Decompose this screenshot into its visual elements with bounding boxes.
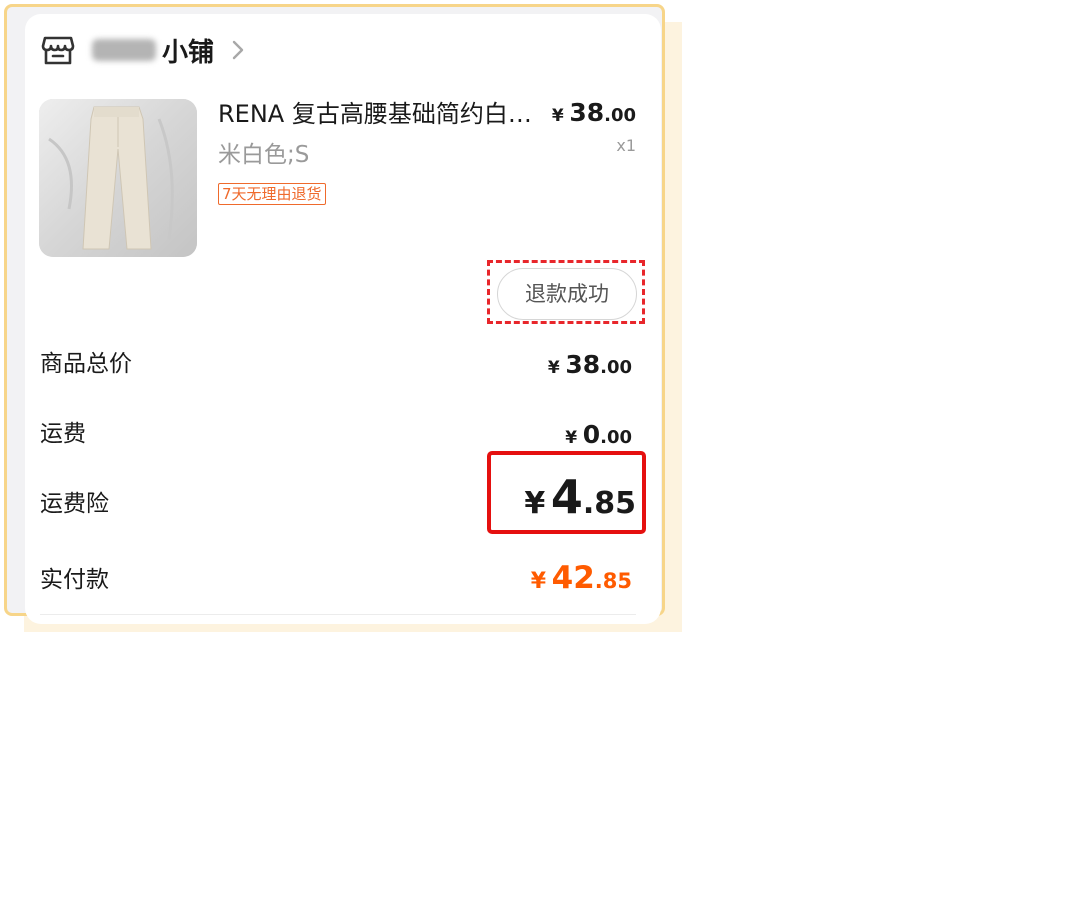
value-integer: 42	[551, 560, 595, 596]
product-title[interactable]: RENA 复古高腰基础简约白…	[218, 97, 548, 131]
summary-value-shipping-insurance: ¥ 4.85	[524, 470, 636, 524]
currency-symbol: ¥	[565, 428, 578, 448]
product-variant: 米白色;S	[218, 142, 310, 168]
divider	[40, 614, 636, 615]
currency-symbol: ¥	[547, 358, 560, 378]
summary-value-paid: ¥ 42.85	[531, 560, 632, 596]
shop-name: 小铺	[162, 37, 215, 68]
value-integer: 0	[582, 420, 601, 449]
value-decimal: .85	[594, 569, 632, 593]
shop-header[interactable]: 小铺	[40, 32, 246, 68]
value-integer: 4	[550, 470, 583, 524]
price-decimal: .00	[604, 105, 636, 126]
summary-label-shipping: 运费	[40, 421, 86, 447]
store-icon	[40, 32, 76, 68]
summary-label-subtotal: 商品总价	[40, 351, 132, 377]
value-decimal: .00	[600, 357, 632, 378]
value-integer: 38	[565, 350, 601, 379]
summary-value-subtotal: ¥ 38.00	[548, 350, 632, 379]
summary-label-shipping-insurance: 运费险	[40, 491, 109, 517]
product-image[interactable]	[39, 99, 197, 257]
return-policy-badge: 7天无理由退货	[218, 183, 326, 205]
product-price: ¥ 38.00	[552, 98, 636, 127]
value-decimal: .85	[582, 486, 636, 521]
refund-status-button[interactable]: 退款成功	[497, 268, 637, 320]
value-decimal: .00	[600, 427, 632, 448]
currency-symbol: ¥	[551, 106, 564, 126]
summary-value-shipping: ¥ 0.00	[565, 420, 632, 449]
shop-name-redacted	[92, 39, 156, 61]
currency-symbol: ¥	[524, 486, 546, 521]
chevron-right-icon[interactable]	[230, 38, 246, 62]
summary-label-paid: 实付款	[40, 567, 109, 593]
currency-symbol: ¥	[530, 569, 547, 594]
price-integer: 38	[569, 98, 605, 127]
product-quantity: x1	[616, 136, 636, 155]
